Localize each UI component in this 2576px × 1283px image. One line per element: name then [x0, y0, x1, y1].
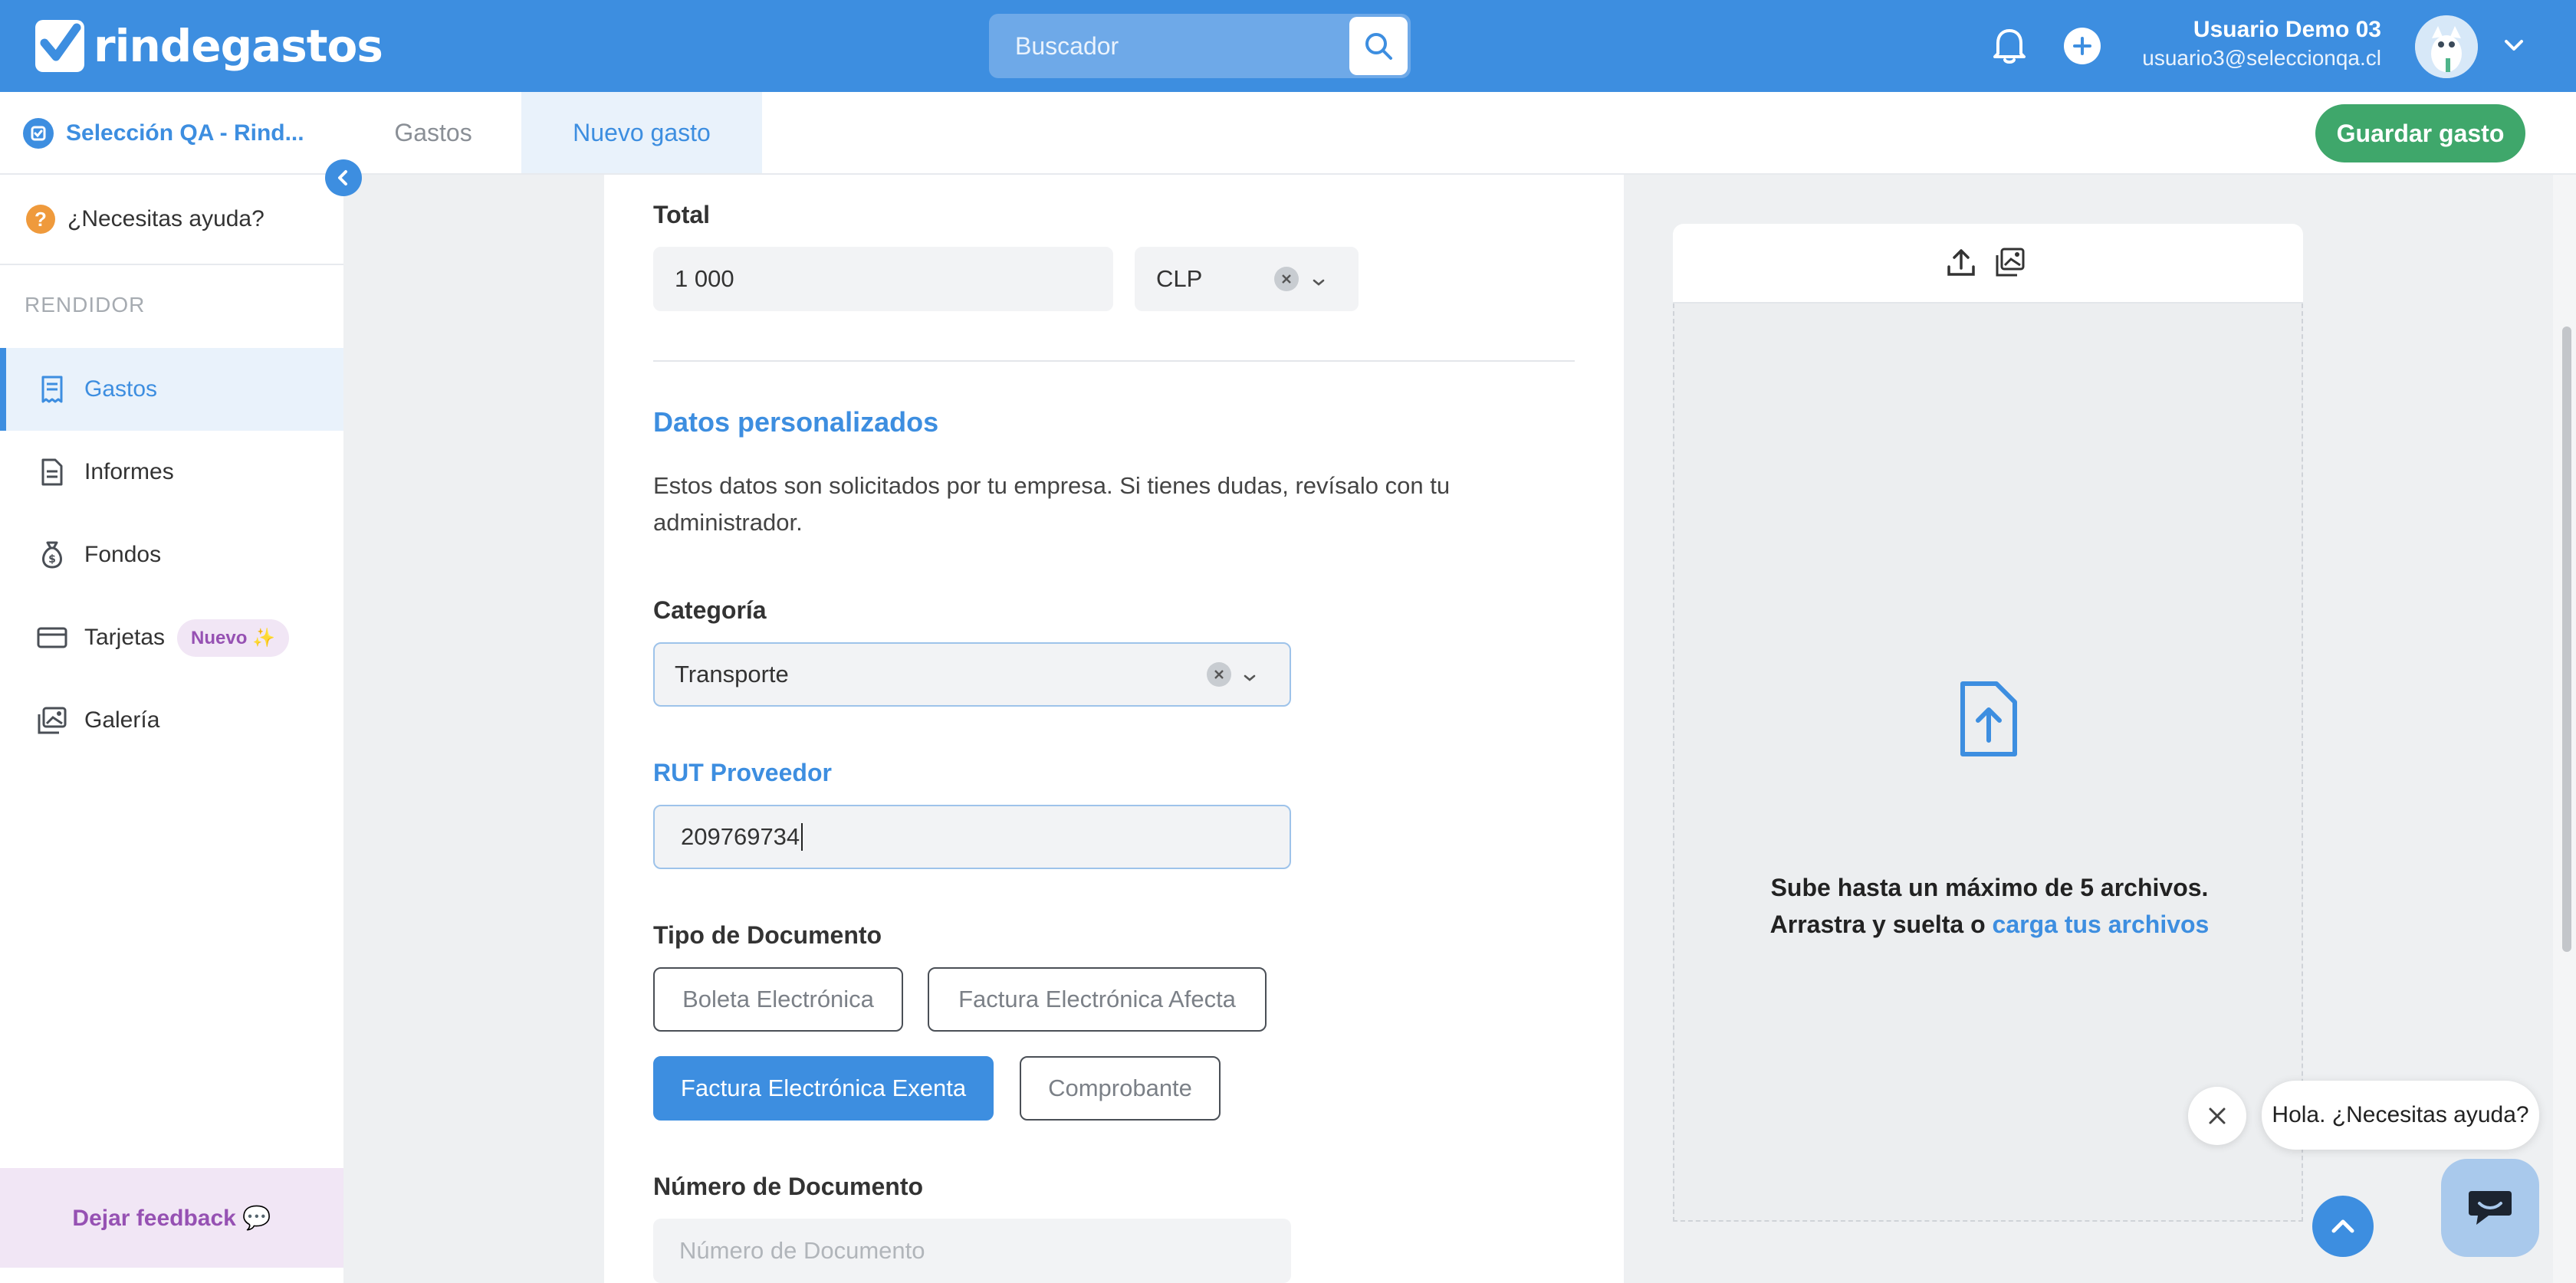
sidebar-item-label: Tarjetas — [84, 625, 166, 650]
money-bag-icon: $ — [37, 540, 67, 570]
top-header: rindegastos Usuario Demo 03 usuario3@sel… — [0, 0, 2576, 92]
file-upload-icon — [1958, 679, 2019, 763]
divider — [653, 360, 1575, 362]
logo-text: rindegastos — [94, 20, 383, 72]
receipt-icon — [37, 374, 67, 405]
sidebar-item-label: Informes — [84, 459, 174, 484]
chevron-left-icon — [338, 170, 347, 185]
save-expense-button[interactable]: Guardar gasto — [2315, 104, 2525, 162]
svg-text:$: $ — [48, 553, 56, 566]
sidebar: ? ¿Necesitas ayuda? RENDIDOR Gastos Info… — [0, 175, 343, 1283]
bell-icon — [1993, 29, 2026, 64]
upload-drag-text: Arrastra y suelta o carga tus archivos — [1674, 911, 2305, 939]
doc-type-label: Tipo de Documento — [653, 921, 882, 949]
close-icon — [2209, 1107, 2226, 1124]
custom-data-title: Datos personalizados — [653, 406, 939, 438]
document-icon — [37, 457, 67, 487]
upload-card: Sube hasta un máximo de 5 archivos. Arra… — [1673, 224, 2303, 1222]
user-name: Usuario Demo 03 — [2193, 17, 2381, 42]
help-label: ¿Necesitas ayuda? — [67, 206, 264, 231]
custom-data-help: Estos datos son solicitados por tu empre… — [653, 472, 1451, 536]
company-selector[interactable]: Selección QA - Rind... — [23, 118, 304, 149]
plus-icon — [2073, 37, 2091, 55]
total-value: 1 000 — [675, 265, 734, 292]
sidebar-item-gastos[interactable]: Gastos — [0, 348, 343, 431]
upload-drag-prefix: Arrastra y suelta o — [1769, 911, 1993, 938]
gallery-icon[interactable] — [1995, 247, 2026, 281]
rut-input[interactable]: 209769734 — [653, 805, 1291, 869]
currency-select[interactable]: CLP — [1135, 247, 1359, 311]
scroll-to-top-button[interactable] — [2312, 1196, 2374, 1257]
doc-type-factura-exenta-button[interactable]: Factura Electrónica Exenta — [653, 1056, 994, 1121]
upload-limit-text: Sube hasta un máximo de 5 archivos. — [1770, 874, 2209, 901]
company-badge-icon — [23, 118, 54, 149]
search-button[interactable] — [1349, 17, 1408, 75]
sidebar-item-label: Galería — [84, 707, 160, 733]
doc-type-factura-afecta-button[interactable]: Factura Electrónica Afecta — [928, 967, 1267, 1032]
avatar[interactable] — [2415, 15, 2478, 78]
sidebar-item-tarjetas[interactable]: Tarjetas Nuevo ✨ — [0, 596, 343, 679]
gallery-icon — [37, 705, 67, 736]
chevron-down-icon — [1309, 270, 1328, 297]
clear-currency-icon[interactable] — [1274, 267, 1299, 291]
search-icon — [1365, 33, 1392, 60]
sidebar-item-informes[interactable]: Informes — [0, 431, 343, 514]
upload-icon[interactable] — [1946, 247, 1976, 281]
file-drop-zone[interactable]: Sube hasta un máximo de 5 archivos. Arra… — [1673, 304, 2303, 1222]
category-select[interactable]: Transporte — [653, 642, 1291, 707]
chat-launcher-button[interactable] — [2441, 1159, 2539, 1257]
tab-gastos[interactable]: Gastos — [360, 92, 506, 173]
doc-type-boleta-button[interactable]: Boleta Electrónica — [653, 967, 903, 1032]
currency-value: CLP — [1156, 265, 1203, 292]
doc-number-label: Número de Documento — [653, 1173, 924, 1200]
category-value: Transporte — [675, 661, 789, 687]
sidebar-item-fondos[interactable]: $ Fondos — [0, 514, 343, 596]
chevron-up-icon — [2331, 1219, 2354, 1233]
total-input[interactable]: 1 000 — [653, 247, 1113, 311]
new-badge: Nuevo ✨ — [177, 619, 289, 657]
search-bar — [989, 14, 1411, 78]
user-menu-toggle[interactable] — [2502, 34, 2525, 61]
rut-value: 209769734 — [681, 823, 800, 850]
doc-type-comprobante-button[interactable]: Comprobante — [1020, 1056, 1221, 1121]
search-input[interactable] — [989, 14, 1349, 78]
tab-nuevo-gasto[interactable]: Nuevo gasto — [521, 92, 762, 173]
category-label: Categoría — [653, 596, 767, 624]
avatar-mascot-icon — [2415, 15, 2478, 78]
scrollbar-thumb[interactable] — [2562, 326, 2571, 952]
rut-label: RUT Proveedor — [653, 759, 832, 786]
upload-toolbar — [1673, 224, 2303, 304]
rindegastos-logo[interactable]: rindegastos — [35, 14, 383, 78]
clear-category-icon[interactable] — [1207, 662, 1231, 687]
chat-icon — [2469, 1191, 2512, 1225]
credit-card-icon — [37, 622, 67, 653]
user-email: usuario3@seleccionqa.cl — [2142, 46, 2381, 70]
logo-check-icon — [35, 20, 84, 72]
sidebar-section-label: RENDIDOR — [25, 293, 146, 317]
sidebar-item-label: Gastos — [84, 376, 158, 402]
company-name: Selección QA - Rind... — [66, 120, 304, 146]
doc-number-input[interactable] — [653, 1219, 1291, 1283]
sidebar-collapse-button[interactable] — [325, 159, 362, 196]
question-icon: ? — [26, 205, 55, 234]
chevron-down-icon — [1240, 665, 1259, 693]
sub-header: Selección QA - Rind... Gastos Nuevo gast… — [0, 92, 2576, 175]
help-link[interactable]: ? ¿Necesitas ayuda? — [0, 175, 343, 265]
notifications-button[interactable] — [1990, 25, 2029, 70]
upload-files-link[interactable]: carga tus archivos — [1993, 911, 2210, 938]
feedback-button[interactable]: Dejar feedback 💬 — [0, 1168, 343, 1268]
text-cursor — [801, 823, 803, 851]
sidebar-item-label: Fondos — [84, 542, 162, 567]
total-label: Total — [653, 201, 711, 228]
chat-close-button[interactable] — [2188, 1087, 2246, 1145]
add-button[interactable] — [2064, 28, 2101, 64]
sidebar-item-galeria[interactable]: Galería — [0, 679, 343, 762]
chat-greeting-bubble[interactable]: Hola. ¿Necesitas ayuda? — [2262, 1081, 2539, 1150]
chevron-down-icon — [2505, 40, 2523, 51]
